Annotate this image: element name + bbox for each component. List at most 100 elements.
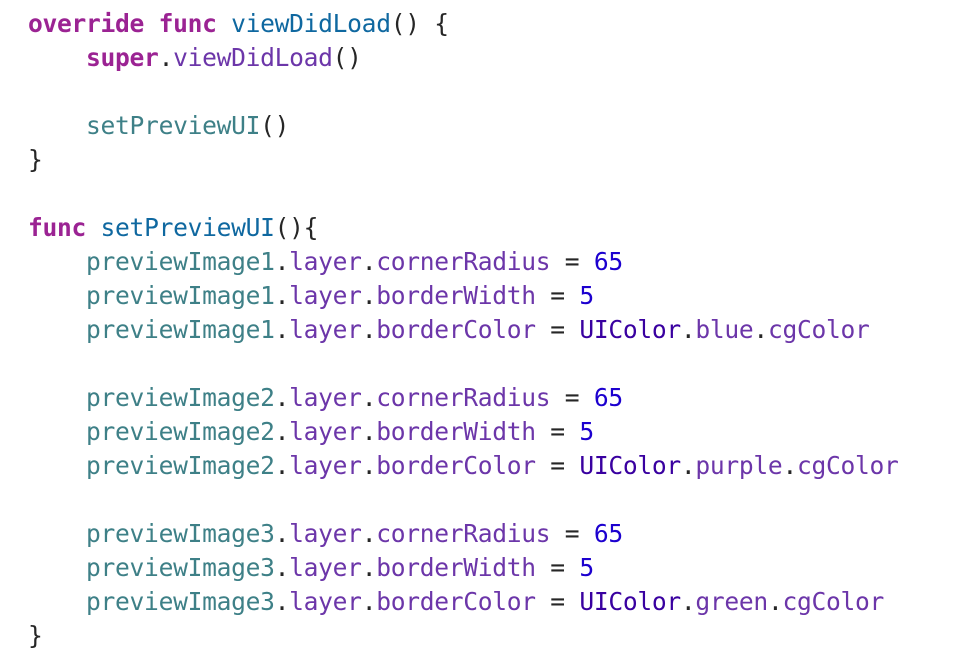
- code-token: =: [535, 417, 580, 446]
- code-line[interactable]: previewImage1.layer.borderColor = UIColo…: [28, 313, 899, 347]
- code-token: previewImage1: [86, 247, 275, 276]
- code-token: .: [274, 451, 290, 480]
- code-token: previewImage3: [86, 519, 275, 548]
- code-line[interactable]: previewImage3.layer.borderWidth = 5: [28, 551, 899, 585]
- code-token: cgColor: [796, 451, 899, 480]
- code-token: .: [680, 315, 696, 344]
- code-line[interactable]: previewImage2.layer.cornerRadius = 65: [28, 381, 899, 415]
- code-token: () {: [390, 9, 449, 38]
- code-token: .: [361, 587, 377, 616]
- code-token: }: [28, 621, 43, 650]
- code-token: borderWidth: [376, 417, 536, 446]
- code-token: cgColor: [782, 587, 885, 616]
- code-token: .: [767, 587, 783, 616]
- code-line[interactable]: super.viewDidLoad(): [28, 41, 899, 75]
- code-token: .: [361, 383, 377, 412]
- code-token: 5: [579, 417, 594, 446]
- code-token: .: [680, 587, 696, 616]
- code-token: previewImage1: [86, 281, 275, 310]
- code-token: layer: [289, 587, 362, 616]
- code-token: =: [550, 519, 594, 548]
- code-token: =: [535, 281, 580, 310]
- code-token: cornerRadius: [376, 383, 551, 412]
- code-token: borderColor: [376, 451, 536, 480]
- code-token: borderWidth: [376, 553, 536, 582]
- code-token: 65: [593, 247, 623, 276]
- code-token: purple: [695, 451, 783, 480]
- code-token: blue: [695, 315, 754, 344]
- code-line[interactable]: ​: [28, 177, 899, 211]
- code-token: layer: [289, 451, 362, 480]
- code-line[interactable]: func setPreviewUI(){: [28, 211, 899, 245]
- code-line[interactable]: ​: [28, 483, 899, 517]
- code-token: .: [361, 247, 377, 276]
- code-token: layer: [289, 281, 362, 310]
- code-token: =: [535, 553, 580, 582]
- code-token: 5: [579, 281, 594, 310]
- code-line[interactable]: override func viewDidLoad() {: [28, 7, 899, 41]
- code-token: override: [28, 9, 145, 38]
- code-token: func: [28, 213, 87, 242]
- code-token: UIColor: [579, 587, 681, 616]
- code-token: .: [680, 451, 696, 480]
- code-token: (){: [274, 213, 319, 242]
- code-token: green: [695, 587, 768, 616]
- code-token: previewImage3: [86, 553, 275, 582]
- code-token: previewImage2: [86, 451, 275, 480]
- code-line[interactable]: previewImage2.layer.borderColor = UIColo…: [28, 449, 899, 483]
- code-line[interactable]: previewImage1.layer.cornerRadius = 65: [28, 245, 899, 279]
- code-token: layer: [289, 417, 362, 446]
- code-token: previewImage2: [86, 383, 275, 412]
- code-token: previewImage1: [86, 315, 275, 344]
- code-token: layer: [289, 315, 362, 344]
- code-token: =: [535, 315, 580, 344]
- code-line[interactable]: }: [28, 143, 899, 177]
- code-token: .: [274, 247, 290, 276]
- code-token: =: [550, 383, 594, 412]
- code-token: .: [274, 553, 290, 582]
- code-token: =: [550, 247, 594, 276]
- code-line[interactable]: previewImage1.layer.borderWidth = 5: [28, 279, 899, 313]
- code-token: (): [332, 43, 362, 72]
- code-token: viewDidLoad: [231, 9, 391, 38]
- code-token: borderColor: [376, 587, 536, 616]
- code-line[interactable]: setPreviewUI(): [28, 109, 899, 143]
- code-token: .: [782, 451, 797, 480]
- code-line[interactable]: previewImage3.layer.borderColor = UIColo…: [28, 585, 899, 619]
- code-token: func: [158, 9, 217, 38]
- code-token: .: [158, 43, 174, 72]
- code-token: =: [535, 451, 580, 480]
- code-line[interactable]: ​: [28, 347, 899, 381]
- code-token: .: [753, 315, 768, 344]
- code-line[interactable]: }: [28, 619, 899, 653]
- code-token: previewImage2: [86, 417, 275, 446]
- code-token: 5: [579, 553, 594, 582]
- code-line[interactable]: previewImage2.layer.borderWidth = 5: [28, 415, 899, 449]
- code-token: .: [361, 451, 377, 480]
- code-token: (): [260, 111, 290, 140]
- code-token: .: [274, 417, 290, 446]
- code-token: previewImage3: [86, 587, 275, 616]
- code-token: UIColor: [579, 315, 681, 344]
- code-line[interactable]: ​: [28, 75, 899, 109]
- code-token: }: [28, 145, 43, 174]
- code-token: .: [274, 315, 290, 344]
- code-token: .: [361, 281, 377, 310]
- code-token: borderWidth: [376, 281, 536, 310]
- code-editor[interactable]: override func viewDidLoad() { super.view…: [28, 7, 899, 653]
- code-token: cornerRadius: [376, 519, 551, 548]
- code-line[interactable]: previewImage3.layer.cornerRadius = 65: [28, 517, 899, 551]
- code-token: .: [361, 519, 377, 548]
